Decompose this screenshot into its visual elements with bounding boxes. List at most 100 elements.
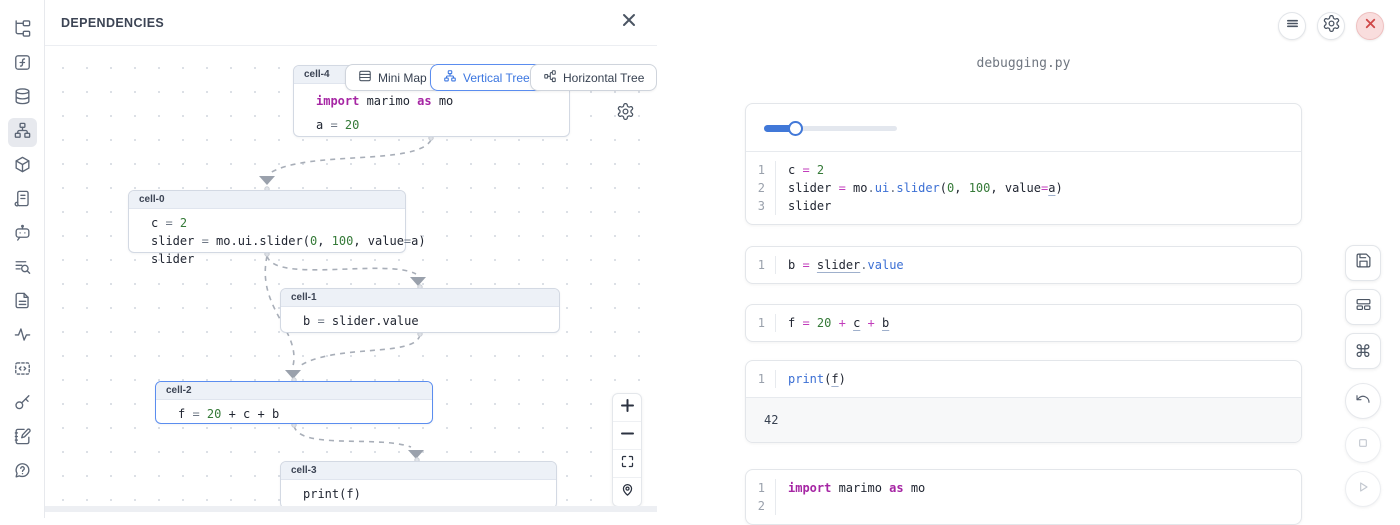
- arrowhead: [410, 277, 426, 286]
- code-editor[interactable]: 1print(f): [746, 361, 1301, 397]
- run-button[interactable]: [1345, 471, 1381, 507]
- notebook-settings-button[interactable]: [1317, 12, 1345, 40]
- cell-slider[interactable]: 1c = 22slider = mo.ui.slider(0, 100, val…: [745, 103, 1302, 225]
- minus-icon: [620, 426, 635, 446]
- cell-output: 42: [746, 397, 1301, 442]
- layout-button[interactable]: [1345, 289, 1381, 325]
- notebook-menu-button[interactable]: [1278, 12, 1306, 40]
- sidebar-item-datasources[interactable]: [8, 84, 37, 113]
- help-bubble-icon: [13, 461, 32, 485]
- pin-icon: [620, 482, 635, 502]
- save-icon: [1355, 252, 1372, 274]
- graph-zoom-controls: [612, 393, 642, 507]
- zoom-out-button[interactable]: [613, 422, 641, 450]
- close-icon: [1363, 16, 1378, 36]
- plus-icon: [620, 398, 635, 418]
- node-code: import marimo as moa = 20: [294, 84, 569, 146]
- code-editor[interactable]: 1f = 20 + c + b: [746, 305, 1301, 341]
- horizontal-tree-button[interactable]: Horizontal Tree: [530, 64, 657, 91]
- shutdown-button[interactable]: [1356, 12, 1384, 40]
- graph-node-cell-1[interactable]: cell-1 b = slider.value: [280, 288, 560, 333]
- sidebar-item-packages[interactable]: [8, 152, 37, 181]
- panel-title: DEPENDENCIES: [61, 16, 164, 30]
- graph-node-cell-2[interactable]: cell-2 f = 20 + c + b: [155, 381, 433, 424]
- fullscreen-icon: [620, 454, 635, 474]
- stop-button[interactable]: [1345, 427, 1381, 463]
- close-icon: [622, 13, 636, 32]
- save-button[interactable]: [1345, 245, 1381, 281]
- cell-b[interactable]: 1b = slider.value: [745, 246, 1302, 284]
- zoom-in-button[interactable]: [613, 394, 641, 422]
- close-panel-button[interactable]: [619, 13, 639, 33]
- node-title: cell-1: [281, 289, 559, 307]
- graph-scroll-strip[interactable]: [45, 506, 657, 512]
- arrowhead: [408, 450, 424, 459]
- notebook-area: debugging.py 1c = 22slider = mo.ui.slide…: [657, 0, 1400, 518]
- play-icon: [1355, 479, 1371, 500]
- notebook-topbar: [1278, 12, 1384, 40]
- arrowhead: [285, 370, 301, 379]
- vertical-tree-button[interactable]: Vertical Tree: [430, 64, 543, 91]
- gear-icon: [616, 108, 635, 125]
- notebook-cells: 1c = 22slider = mo.ui.slider(0, 100, val…: [745, 103, 1302, 525]
- database-icon: [13, 87, 32, 111]
- dependencies-panel: DEPENDENCIES: [45, 0, 657, 518]
- sidebar-item-file-tree[interactable]: [8, 16, 37, 45]
- code-editor[interactable]: 1import marimo as mo2: [746, 470, 1301, 524]
- undo-icon: [1355, 391, 1371, 412]
- code-editor[interactable]: 1b = slider.value: [746, 247, 1301, 283]
- graph-settings-button[interactable]: [616, 102, 636, 122]
- vertical-tree-label: Vertical Tree: [463, 71, 530, 85]
- package-icon: [13, 155, 32, 179]
- vertical-tree-icon: [443, 69, 457, 86]
- sidebar-item-variables[interactable]: [8, 50, 37, 79]
- document-icon: [13, 291, 32, 315]
- node-title: cell-0: [129, 191, 405, 209]
- node-code: print(f): [281, 480, 556, 509]
- sidebar-item-secrets[interactable]: [8, 390, 37, 419]
- notebook-filename: debugging.py: [745, 56, 1302, 71]
- list-search-icon: [13, 257, 32, 281]
- key-icon: [13, 393, 32, 417]
- slider-handle[interactable]: [788, 121, 803, 136]
- sidebar-item-help[interactable]: [8, 458, 37, 487]
- mini-map-button[interactable]: Mini Map: [345, 64, 440, 91]
- sidebar-item-ai-chat[interactable]: [8, 220, 37, 249]
- chat-bot-icon: [13, 223, 32, 247]
- file-tree-icon: [13, 19, 32, 43]
- sidebar-item-documentation[interactable]: [8, 288, 37, 317]
- layout-icon: [1355, 296, 1372, 318]
- graph-node-cell-0[interactable]: cell-0 c = 2slider = mo.ui.slider(0, 100…: [128, 190, 406, 253]
- sidebar-item-snippets[interactable]: [8, 356, 37, 385]
- notebook-pen-icon: [13, 427, 32, 451]
- dependency-graph-canvas[interactable]: cell-4 import marimo as moa = 20 cell-0 …: [45, 46, 657, 512]
- function-square-icon: [13, 53, 32, 77]
- node-title: cell-3: [281, 462, 556, 480]
- keyboard-shortcuts-button[interactable]: ⌘: [1345, 333, 1381, 369]
- edge-cell1-cell2: [298, 335, 420, 367]
- node-code: c = 2slider = mo.ui.slider(0, 100, value…: [129, 209, 405, 274]
- slider-widget[interactable]: [764, 126, 897, 131]
- sidebar-item-outline-search[interactable]: [8, 254, 37, 283]
- command-icon: ⌘: [1355, 343, 1372, 360]
- dependency-graph-icon: [13, 121, 32, 145]
- app-sidebar: [0, 0, 45, 518]
- dependencies-header: DEPENDENCIES: [45, 0, 657, 46]
- cell-f[interactable]: 1f = 20 + c + b: [745, 304, 1302, 342]
- scroll-text-icon: [13, 189, 32, 213]
- sidebar-item-tracing[interactable]: [8, 322, 37, 351]
- sidebar-item-scratchpad[interactable]: [8, 424, 37, 453]
- notebook-actions: ⌘: [1345, 245, 1381, 515]
- cell-print[interactable]: 1print(f) 42: [745, 360, 1302, 443]
- cell-import[interactable]: 1import marimo as mo2: [745, 469, 1302, 525]
- arrowhead: [259, 176, 275, 185]
- sidebar-item-dependencies[interactable]: [8, 118, 37, 147]
- code-editor[interactable]: 1c = 22slider = mo.ui.slider(0, 100, val…: [746, 152, 1301, 224]
- fit-view-button[interactable]: [613, 450, 641, 478]
- sidebar-item-logs[interactable]: [8, 186, 37, 215]
- undo-button[interactable]: [1345, 383, 1381, 419]
- mini-map-icon: [358, 69, 372, 86]
- center-selection-button[interactable]: [613, 478, 641, 506]
- code-snippet-icon: [13, 359, 32, 383]
- graph-node-cell-3[interactable]: cell-3 print(f): [280, 461, 557, 509]
